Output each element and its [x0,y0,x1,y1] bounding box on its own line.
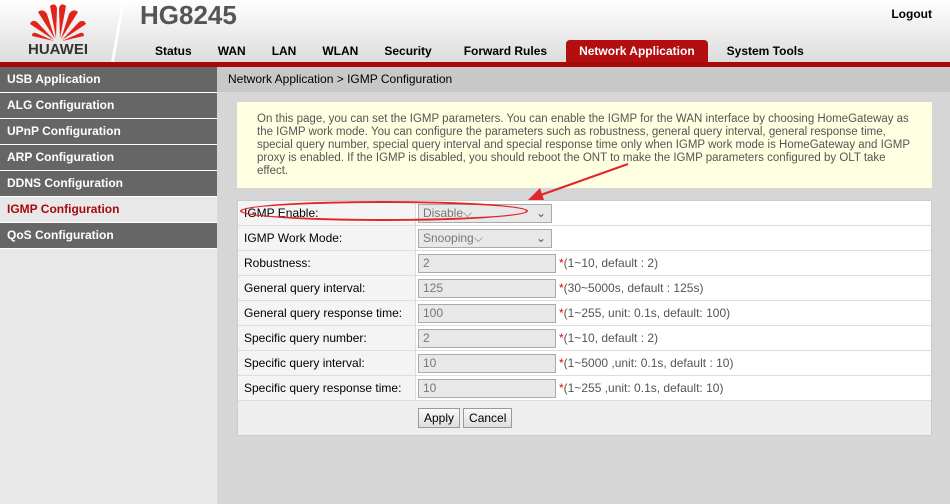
field-hint: (1~5000 ,unit: 0.1s, default : 10) [563,356,734,370]
annotation-oval [240,201,528,221]
sidebar-item-alg[interactable]: ALG Configuration [0,93,217,119]
sidebar-item-ddns[interactable]: DDNS Configuration [0,171,217,197]
form-row: General query response time: 100 * (1~255… [238,301,931,326]
field-input[interactable]: 2 [418,253,556,273]
field-hint: (1~10, default : 2) [563,331,659,345]
field-label: General query interval: [238,276,416,300]
field-input[interactable]: 10 [418,353,556,373]
field-label: IGMP Work Mode: [238,226,416,250]
select-value: Snooping [423,230,474,245]
work-mode-row: IGMP Work Mode: Snooping ⌄ [238,226,931,251]
sidebar-item-usb[interactable]: USB Application [0,67,217,93]
tab-lan[interactable]: LAN [259,40,310,62]
chevron-down-icon: ⌄ [535,205,546,220]
form-row: Specific query response time: 10 * (1~255… [238,376,931,401]
field-input[interactable]: 125 [418,278,556,298]
huawei-logo: HUAWEI [18,2,98,60]
field-hint: (30~5000s, default : 125s) [563,281,704,295]
sidebar: USB Application ALG Configuration UPnP C… [0,67,217,504]
sidebar-item-arp[interactable]: ARP Configuration [0,145,217,171]
sidebar-item-igmp[interactable]: IGMP Configuration [0,197,217,223]
tab-wan[interactable]: WAN [205,40,259,62]
field-label: Specific query number: [238,326,416,350]
field-label: Specific query interval: [238,351,416,375]
sidebar-item-qos[interactable]: QoS Configuration [0,223,217,249]
annotation-arrow-icon [528,163,629,200]
button-bar: Apply Cancel [238,401,931,435]
tab-status[interactable]: Status [142,40,205,62]
sidebar-item-upnp[interactable]: UPnP Configuration [0,119,217,145]
igmp-form: IGMP Enable: Disable⌄ IGMP Work Mode: Sn… [237,200,932,436]
work-mode-select[interactable]: Snooping ⌄ [418,228,552,248]
field-label: Robustness: [238,251,416,275]
form-row: General query interval: 125 * (30~5000s, … [238,276,931,301]
tab-wlan[interactable]: WLAN [309,40,371,62]
tab-system-tools[interactable]: System Tools [714,40,817,62]
logout-link[interactable]: Logout [891,7,932,21]
field-input[interactable]: 2 [418,328,556,348]
chevron-down-icon: ⌄ [535,230,546,245]
breadcrumb: Network Application > IGMP Configuration [217,67,950,92]
tab-forward-rules[interactable]: Forward Rules [451,40,560,62]
tab-security[interactable]: Security [371,40,444,62]
apply-button[interactable]: Apply [418,408,461,428]
field-hint: (1~255, unit: 0.1s, default: 100) [563,306,731,320]
header: HUAWEI HG8245 Logout Status WAN LAN WLAN… [0,0,950,62]
field-hint: (1~255 ,unit: 0.1s, default: 10) [563,381,724,395]
form-row: Specific query number: 2 * (1~10, default… [238,326,931,351]
cancel-button[interactable]: Cancel [463,408,513,428]
tab-network-application[interactable]: Network Application [566,40,708,62]
field-label: Specific query response time: [238,376,416,400]
model-name: HG8245 [140,0,237,30]
field-input[interactable]: 100 [418,303,556,323]
form-row: Specific query interval: 10 * (1~5000 ,un… [238,351,931,376]
form-row: Robustness: 2 * (1~10, default : 2) [238,251,931,276]
field-input[interactable]: 10 [418,378,556,398]
divider [108,0,128,62]
field-label: General query response time: [238,301,416,325]
field-hint: (1~10, default : 2) [563,256,659,270]
main-nav: Status WAN LAN WLAN Security Forward Rul… [142,38,817,62]
